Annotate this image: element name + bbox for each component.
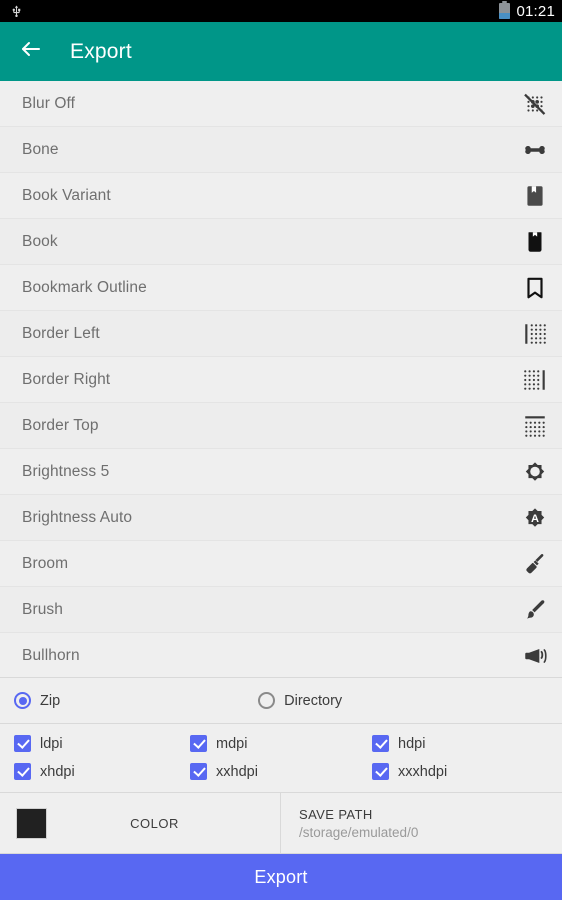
checkbox-xxxhdpi[interactable]: xxxhdpi	[372, 763, 562, 780]
usb-icon	[10, 4, 23, 19]
list-item-label: Border Right	[22, 370, 111, 388]
checkbox-hdpi-label: hdpi	[398, 735, 426, 752]
color-picker-button[interactable]: COLOR	[0, 793, 281, 853]
checkbox-xxxhdpi-box	[372, 763, 389, 780]
checkbox-xxxhdpi-label: xxxhdpi	[398, 763, 448, 780]
list-item-label: Broom	[22, 554, 69, 572]
checkbox-mdpi-label: mdpi	[216, 735, 248, 752]
checkbox-hdpi[interactable]: hdpi	[372, 735, 562, 752]
page-title: Export	[70, 39, 132, 63]
border-top-icon	[508, 413, 562, 439]
checkbox-xxhdpi[interactable]: xxhdpi	[190, 763, 372, 780]
save-path-button[interactable]: SAVE PATH /storage/emulated/0	[281, 793, 562, 853]
list-item[interactable]: Blur Off	[0, 81, 562, 127]
border-left-icon	[508, 321, 562, 347]
book-variant-icon	[508, 183, 562, 209]
checkbox-xhdpi-box	[14, 763, 31, 780]
color-label: COLOR	[130, 815, 179, 831]
export-button-label: Export	[254, 866, 308, 887]
list-item[interactable]: Bookmark Outline	[0, 265, 562, 311]
back-button[interactable]	[18, 39, 44, 65]
radio-directory-indicator	[258, 692, 276, 709]
border-right-icon	[508, 367, 562, 393]
bookmark-outline-icon	[508, 275, 562, 301]
list-item[interactable]: Brush	[0, 587, 562, 633]
battery-icon	[499, 1, 511, 19]
list-item[interactable]: Bone	[0, 127, 562, 173]
save-path-value: /storage/emulated/0	[299, 824, 419, 840]
icon-list[interactable]: Blur Off Bone Book Variant Book Bookmark…	[0, 81, 562, 677]
radio-zip-label: Zip	[40, 692, 61, 709]
checkbox-xxhdpi-label: xxhdpi	[216, 763, 258, 780]
status-bar: 01:21	[0, 0, 562, 22]
brightness-auto-icon: A	[508, 504, 562, 532]
save-path-title: SAVE PATH	[299, 806, 373, 822]
blur-off-icon	[508, 91, 562, 117]
list-item[interactable]: Brightness 5	[0, 449, 562, 495]
list-item-label: Bookmark Outline	[22, 278, 147, 296]
list-item-label: Book	[22, 232, 58, 250]
bullhorn-icon	[508, 643, 562, 669]
checkbox-xxhdpi-box	[190, 763, 207, 780]
checkbox-ldpi-box	[14, 735, 31, 752]
list-item-label: Book Variant	[22, 186, 111, 204]
broom-icon	[508, 551, 562, 577]
status-bar-left	[10, 4, 23, 19]
app-screen: 01:21 Export Blur Off Bone Book Variant …	[0, 0, 562, 900]
brightness-5-icon	[508, 458, 562, 486]
back-arrow-icon	[19, 37, 43, 66]
options-panel: Zip Directory ldpi mdpi hdpi xhdpi xxhdp…	[0, 677, 562, 900]
color-swatch	[16, 807, 47, 839]
radio-option-zip[interactable]: Zip	[14, 692, 60, 709]
output-mode-group: Zip Directory	[0, 677, 562, 724]
radio-directory-label: Directory	[284, 692, 343, 709]
radio-option-directory[interactable]: Directory	[258, 692, 342, 709]
list-item[interactable]: Brightness Auto A	[0, 495, 562, 541]
brush-icon	[508, 597, 562, 623]
export-button[interactable]: Export	[0, 854, 562, 900]
list-item-label: Brush	[22, 600, 63, 618]
checkbox-ldpi-label: ldpi	[40, 735, 63, 752]
list-item-label: Bone	[22, 140, 59, 158]
list-item[interactable]: Border Left	[0, 311, 562, 357]
status-bar-right: 01:21	[499, 1, 555, 20]
app-bar: Export	[0, 22, 562, 81]
radio-zip-indicator	[14, 692, 31, 709]
list-item[interactable]: Book Variant	[0, 173, 562, 219]
list-item-label: Border Top	[22, 416, 99, 434]
svg-text:A: A	[531, 513, 539, 525]
density-checkbox-grid: ldpi mdpi hdpi xhdpi xxhdpi xxxhdpi	[0, 724, 562, 792]
list-item[interactable]: Broom	[0, 541, 562, 587]
list-item-label: Border Left	[22, 324, 100, 342]
list-item-label: Bullhorn	[22, 646, 80, 664]
list-item-label: Brightness 5	[22, 462, 110, 480]
list-item-label: Brightness Auto	[22, 508, 133, 526]
checkbox-hdpi-box	[372, 735, 389, 752]
list-item[interactable]: Bullhorn	[0, 633, 562, 677]
list-item[interactable]: Book	[0, 219, 562, 265]
list-item[interactable]: Border Top	[0, 403, 562, 449]
bone-icon	[508, 137, 562, 163]
color-savepath-row: COLOR SAVE PATH /storage/emulated/0	[0, 792, 562, 854]
checkbox-ldpi[interactable]: ldpi	[14, 735, 190, 752]
checkbox-mdpi-box	[190, 735, 207, 752]
checkbox-mdpi[interactable]: mdpi	[190, 735, 372, 752]
status-bar-clock: 01:21	[516, 2, 555, 20]
list-item[interactable]: Border Right	[0, 357, 562, 403]
book-icon	[508, 229, 562, 255]
checkbox-xhdpi[interactable]: xhdpi	[14, 763, 190, 780]
list-item-label: Blur Off	[22, 94, 76, 112]
checkbox-xhdpi-label: xhdpi	[40, 763, 75, 780]
